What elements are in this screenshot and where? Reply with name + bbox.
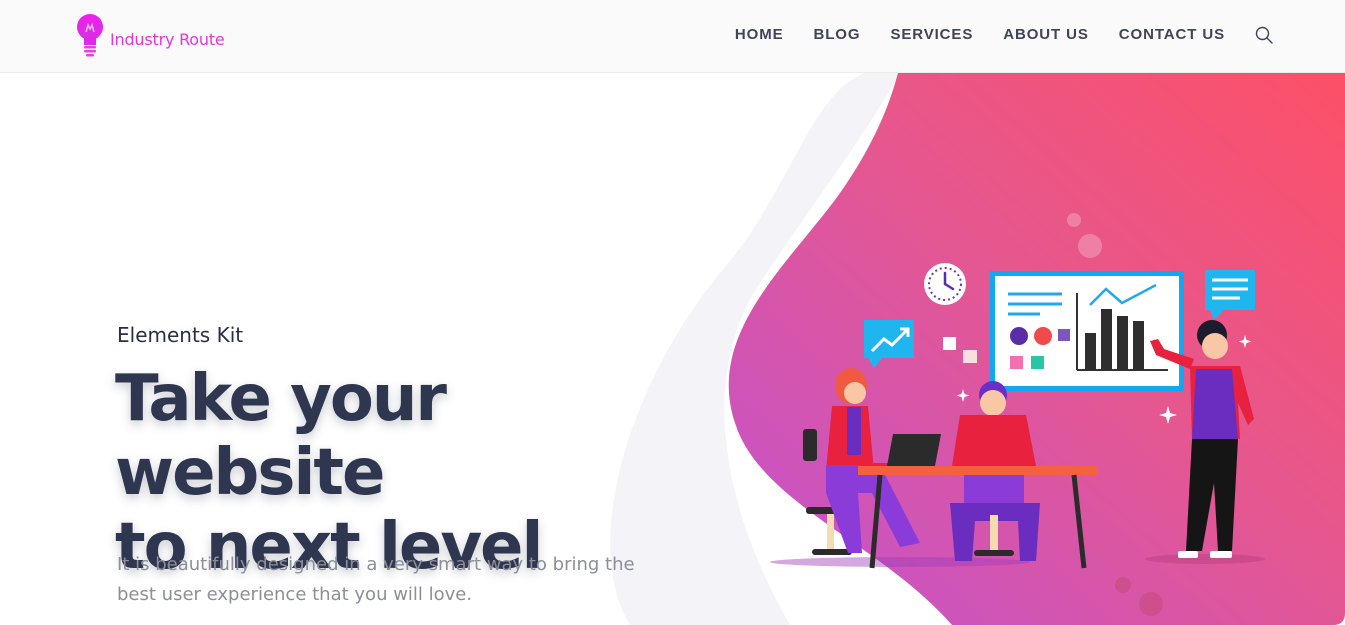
floor-shadow: [770, 557, 1030, 567]
whiteboard-chart-icon: [990, 271, 1184, 391]
nav-services[interactable]: SERVICES: [890, 22, 973, 48]
hero-eyebrow: Elements Kit: [117, 323, 244, 347]
sticky-note: [943, 337, 956, 350]
hero-headline-line-1: Take your website: [115, 362, 447, 510]
search-icon[interactable]: [1255, 26, 1273, 44]
nav-about-us[interactable]: ABOUT US: [1003, 22, 1089, 48]
brand-logo[interactable]: Industry Route: [74, 11, 225, 59]
nav-blog[interactable]: BLOG: [814, 22, 861, 48]
brand-name: Industry Route: [110, 29, 225, 49]
site-header: Industry Route HOME BLOG SERVICES ABOUT …: [0, 0, 1345, 73]
main-nav: HOME BLOG SERVICES ABOUT US CONTACT US: [705, 22, 1273, 48]
laptop-icon: [887, 434, 941, 466]
lightbulb-icon: [77, 14, 103, 57]
decor-bubble: [1115, 577, 1131, 593]
nav-home[interactable]: HOME: [735, 22, 784, 48]
clock-icon: [924, 263, 966, 305]
decor-bubble: [1139, 592, 1163, 616]
sticky-note: [963, 350, 977, 363]
nav-contact-us[interactable]: CONTACT US: [1119, 22, 1225, 48]
decor-bubble: [1078, 234, 1102, 258]
hero-lead-text: It is beautifully designed in a very sma…: [117, 554, 635, 605]
decor-bubble: [1067, 213, 1081, 227]
floor-shadow: [1145, 554, 1265, 564]
